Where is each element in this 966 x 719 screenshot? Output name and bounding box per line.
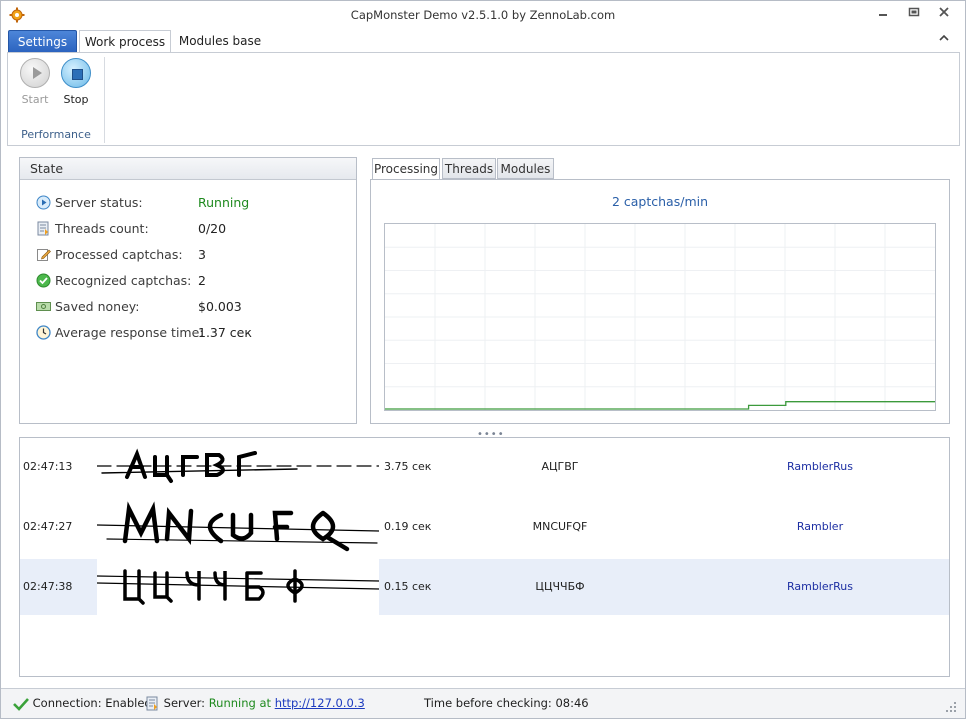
stop-button[interactable]: Stop (56, 58, 96, 106)
captcha-image (96, 559, 380, 615)
state-value: $0.003 (198, 299, 242, 314)
connection-label: Connection: Enabled (32, 696, 152, 710)
captcha-image (96, 439, 380, 495)
log-module: Rambler (796, 520, 844, 533)
state-panel: State Server status: Running Threads cou… (19, 157, 357, 424)
play-icon (20, 58, 50, 88)
processing-panel: 2 captchas/min (370, 179, 950, 424)
log-answer: MNCUFQF (532, 520, 588, 533)
tab-settings[interactable]: Settings (8, 30, 77, 53)
stop-label: Stop (63, 93, 89, 106)
tab-threads[interactable]: Threads (442, 158, 496, 179)
tab-modules[interactable]: Modules (497, 158, 554, 179)
restore-icon[interactable] (904, 6, 924, 24)
log-row-selected[interactable]: 02:47:38 0.15 сек ЦЦЧЧБФ RamblerRus (20, 559, 949, 615)
ribbon-group-divider (104, 57, 105, 143)
log-duration: 0.19 сек (384, 520, 432, 533)
state-value: Running (198, 195, 250, 210)
processing-chart (384, 223, 936, 411)
captcha-log: 02:47:13 3.75 сек АЦГВГ RamblerRus 02:47… (19, 437, 950, 677)
state-value: 0/20 (198, 221, 227, 236)
minimize-icon[interactable] (873, 6, 893, 24)
state-label: Server status: (55, 195, 143, 210)
status-bar: Connection: Enabled Server: Running at h… (1, 688, 965, 718)
state-label: Average response time: (55, 325, 204, 340)
check-timer: Time before checking: 08:46 (424, 696, 589, 710)
chart-series-line (385, 401, 935, 410)
check-icon (13, 697, 29, 711)
start-button[interactable]: Start (15, 58, 55, 106)
state-label: Threads count: (55, 221, 149, 236)
ribbon-panel: Start Stop Performance (7, 52, 960, 146)
edit-icon (36, 247, 51, 262)
money-icon (36, 299, 51, 314)
log-time: 02:47:38 (23, 580, 73, 593)
clock-icon (36, 325, 51, 340)
server-running-text: Running at (208, 696, 272, 710)
start-label: Start (21, 93, 49, 106)
ribbon-tab-bar: Settings Work process Modules base (1, 29, 965, 53)
app-window: CapMonster Demo v2.5.1.0 by ZennoLab.com… (0, 0, 966, 719)
server-url-link[interactable]: http://127.0.0.3 (275, 696, 365, 710)
server-label: Server: (163, 696, 206, 710)
server-icon (146, 696, 158, 711)
resize-grip-icon[interactable] (945, 701, 957, 716)
tab-modules-base[interactable]: Modules base (177, 30, 263, 53)
title-bar[interactable]: CapMonster Demo v2.5.1.0 by ZennoLab.com (1, 1, 965, 29)
state-label: Processed captchas: (55, 247, 183, 262)
play-icon (36, 195, 51, 210)
state-value: 1.37 сек (198, 325, 252, 340)
state-value: 3 (198, 247, 206, 262)
log-answer: ЦЦЧЧБФ (535, 580, 585, 593)
log-module: RamblerRus (786, 580, 854, 593)
state-panel-title: State (20, 158, 356, 180)
connection-status[interactable]: Connection: Enabled (13, 696, 152, 711)
ribbon-group-label: Performance (21, 128, 91, 141)
server-status: Server: Running at http://127.0.0.3 (145, 696, 365, 711)
state-label: Saved noney: (55, 299, 140, 314)
close-icon[interactable] (934, 6, 954, 24)
window-title: CapMonster Demo v2.5.1.0 by ZennoLab.com (350, 8, 616, 22)
chart-canvas (385, 224, 935, 410)
log-time: 02:47:13 (23, 460, 73, 473)
collapse-ribbon-icon[interactable] (939, 34, 949, 45)
tab-processing[interactable]: Processing (372, 158, 440, 180)
state-value: 2 (198, 273, 206, 288)
log-row[interactable]: 02:47:27 0.19 сек MNCUFQF Rambler (20, 499, 949, 555)
log-duration: 0.15 сек (384, 580, 432, 593)
log-row[interactable]: 02:47:13 3.75 сек АЦГВГ RamblerRus (20, 439, 949, 495)
captcha-image (96, 499, 380, 555)
captcha-rate: 2 captchas/min (611, 194, 709, 209)
log-module: RamblerRus (786, 460, 854, 473)
log-duration: 3.75 сек (384, 460, 432, 473)
log-answer: АЦГВГ (541, 460, 579, 473)
check-icon (36, 273, 51, 288)
log-time: 02:47:27 (23, 520, 73, 533)
stop-icon (61, 58, 91, 88)
tab-work-process[interactable]: Work process (79, 30, 171, 53)
state-label: Recognized captchas: (55, 273, 192, 288)
threads-icon (36, 221, 51, 236)
